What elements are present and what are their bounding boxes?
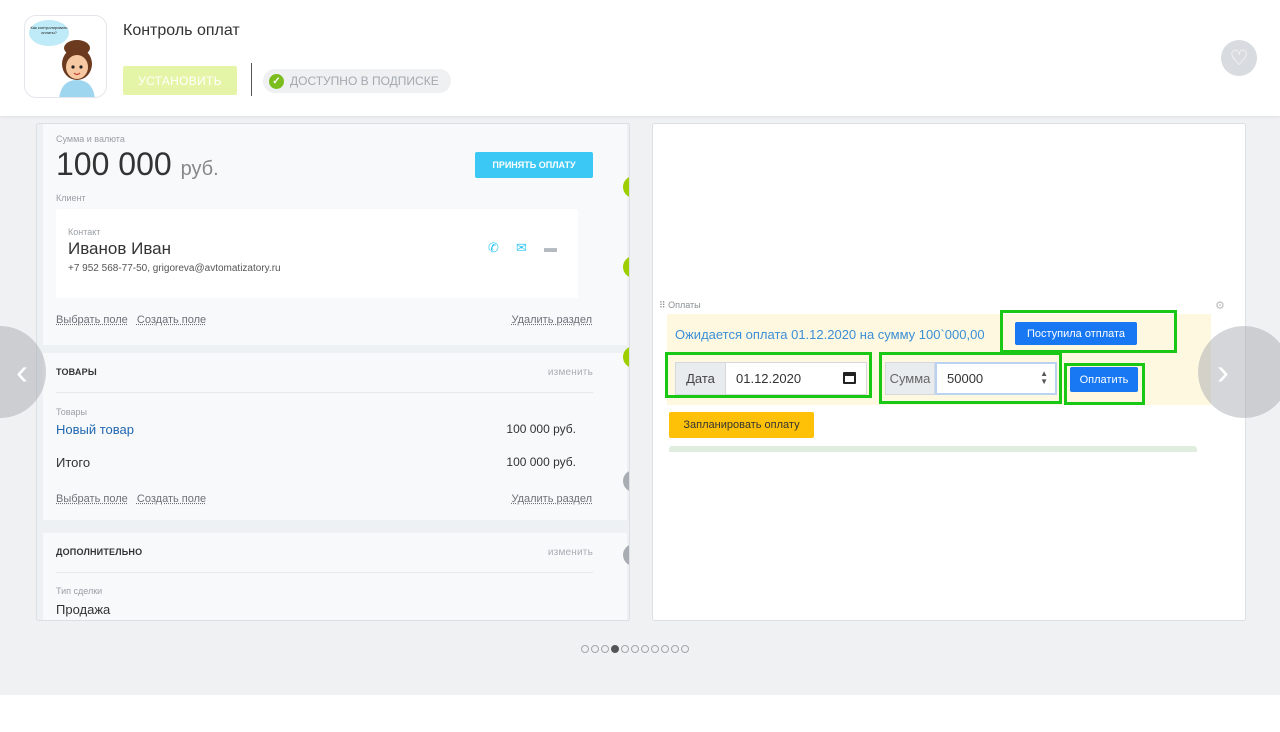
screenshot-gallery: Сумма и валюта 100 000 руб. ПРИНЯТЬ ОПЛА… [0,116,1280,695]
goods-header: ТОВАРЫ изменить [56,367,593,393]
contact-name[interactable]: Иванов Иван [68,239,171,259]
chevron-right-icon[interactable]: › [1198,326,1280,418]
payment-received-button[interactable]: Поступила отплата [1015,322,1137,345]
date-field[interactable]: 01.12.2020 [726,363,866,394]
accept-payment-button[interactable]: ПРИНЯТЬ ОПЛАТУ [475,152,593,178]
app-icon: Как контролировать оплаты? [24,15,107,98]
sum-field[interactable]: 50000 ▲ ▼ [935,362,1057,395]
contact-box: Контакт Иванов Иван +7 952 568-77-50, gr… [56,209,578,298]
goods-item-row: Новый товар 100 000 руб. [56,422,576,437]
goods-card-links: Выбрать поле Создать поле Удалить раздел [56,493,592,505]
stepper-icon[interactable]: ▲ ▼ [1040,370,1048,386]
deal-type-label: Тип сделки [56,586,103,596]
goods-title: ТОВАРЫ [56,367,97,377]
contact-info: +7 952 568-77-50, grigoreva@avtomatizato… [68,263,281,274]
install-button[interactable]: УСТАНОВИТЬ [123,66,237,95]
pager-dot[interactable] [631,645,639,653]
phone-icon[interactable]: ✆ [488,240,499,256]
create-field-link[interactable]: Создать поле [137,493,206,505]
goods-total-row: Итого 100 000 руб. [56,455,576,470]
goods-item-price: 100 000 руб. [506,422,576,436]
gallery-pager [581,645,689,653]
check-circle-icon: ✓ [269,73,284,89]
heart-icon[interactable]: ♡ [1221,40,1257,76]
sum-label: Сумма и валюта [56,134,125,144]
slide-payments-widget: ⠿ Оплаты ⚙ Ожидается оплата 01.12.2020 н… [652,123,1246,621]
date-value: 01.12.2020 [736,371,802,386]
sum-card-links: Выбрать поле Создать поле Удалить раздел [56,314,592,326]
client-label: Клиент [56,193,86,203]
goods-total-value: 100 000 руб. [506,455,576,469]
sum-field-value: 50000 [947,371,984,386]
payments-widget-title: Оплаты [668,300,701,310]
payment-expected-text: Ожидается оплата 01.12.2020 на сумму 100… [675,327,985,342]
goods-total-label: Итого [56,455,91,470]
pager-dot[interactable] [601,645,609,653]
contact-label: Контакт [68,227,101,237]
date-label: Дата [676,363,726,394]
subscription-label: ДОСТУПНО В ПОДПИСКЕ [290,74,439,88]
subscription-badge: ✓ ДОСТУПНО В ПОДПИСКЕ [263,69,451,93]
delete-section-link[interactable]: Удалить раздел [511,314,592,326]
payment-panel: Ожидается оплата 01.12.2020 на сумму 100… [667,314,1211,405]
chat-icon[interactable]: ▬ [544,240,557,255]
pager-dot[interactable] [671,645,679,653]
pager-dot[interactable] [621,645,629,653]
pay-button[interactable]: Оплатить [1070,367,1138,392]
extra-edit-link[interactable]: изменить [548,547,593,558]
mail-icon[interactable]: ✉ [516,240,527,256]
pager-dot[interactable] [681,645,689,653]
extra-card: ДОПОЛНИТЕЛЬНО изменить Тип сделки Продаж… [43,533,627,620]
deal-type-value: Продажа [56,602,111,617]
header-divider [251,63,252,96]
create-field-link[interactable]: Создать поле [137,314,206,326]
app-title: Контроль оплат [123,22,240,39]
slide-deal-card: Сумма и валюта 100 000 руб. ПРИНЯТЬ ОПЛА… [36,123,630,621]
sum-card: Сумма и валюта 100 000 руб. ПРИНЯТЬ ОПЛА… [43,124,627,345]
payments-widget-label: ⠿ Оплаты [659,300,701,310]
goods-edit-link[interactable]: изменить [548,367,593,378]
payment-history-strip [669,446,1197,452]
select-field-link[interactable]: Выбрать поле [56,314,128,326]
sum-amount: 100 000 руб. [56,146,219,183]
pager-dot[interactable] [661,645,669,653]
app-header: Как контролировать оплаты? Контроль опла… [0,0,1280,116]
extra-header: ДОПОЛНИТЕЛЬНО изменить [56,547,593,573]
sum-label: Сумма [885,362,935,395]
date-input-group: Дата 01.12.2020 [675,362,867,395]
goods-item-name[interactable]: Новый товар [56,422,134,437]
pager-dot[interactable] [641,645,649,653]
calendar-icon[interactable] [843,372,856,384]
goods-card: ТОВАРЫ изменить Товары Новый товар 100 0… [43,353,627,520]
pager-dot[interactable] [591,645,599,653]
select-field-link[interactable]: Выбрать поле [56,493,128,505]
pager-dot[interactable] [611,645,619,653]
pager-dot[interactable] [651,645,659,653]
sum-value: 100 000 [56,146,172,182]
sum-input-group: Сумма 50000 ▲ ▼ [885,362,1057,395]
delete-section-link[interactable]: Удалить раздел [511,493,592,505]
sum-currency: руб. [180,158,219,180]
pager-dot[interactable] [581,645,589,653]
schedule-payment-button[interactable]: Запланировать оплату [669,412,814,438]
gear-icon[interactable]: ⚙ [1215,299,1225,312]
girl-illustration-icon [59,40,95,97]
goods-sub-label: Товары [56,407,87,417]
extra-title: ДОПОЛНИТЕЛЬНО [56,547,143,557]
